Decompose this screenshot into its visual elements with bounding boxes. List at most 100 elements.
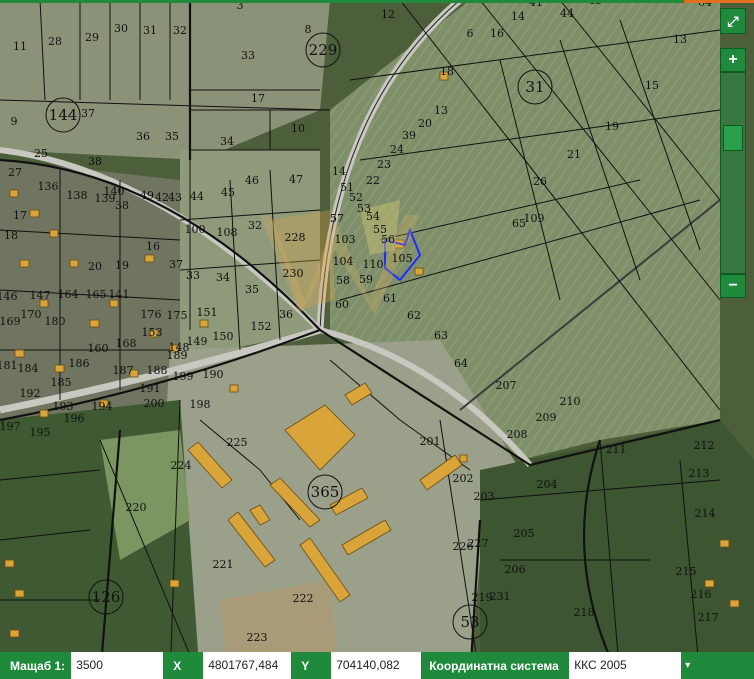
parcel-number: 32: [248, 219, 262, 232]
chevron-down-icon[interactable]: ▾: [681, 660, 690, 671]
parcel-number: 13: [673, 33, 687, 46]
parcel-number: 168: [116, 337, 137, 350]
parcel-number: 44: [560, 7, 574, 20]
parcel-number: 23: [377, 158, 391, 171]
parcel-number: 210: [560, 395, 581, 408]
parcel-number: 21: [567, 148, 581, 161]
parcel-number: 136: [38, 180, 59, 193]
parcel-number: 184: [18, 362, 39, 375]
parcel-number: 212: [694, 439, 715, 452]
parcel-number: 205: [514, 527, 535, 540]
zoom-slider[interactable]: [720, 72, 746, 274]
parcel-number: 56: [381, 233, 395, 246]
x-label: X: [173, 658, 182, 673]
parcel-number: 195: [30, 426, 51, 439]
parcel-number: 34: [220, 135, 234, 148]
parcel-number: 60: [335, 298, 349, 311]
parcel-number: 181: [0, 359, 18, 372]
parcel-number: 228: [285, 231, 306, 244]
parcel-number: 199: [173, 370, 194, 383]
parcel-number: 192: [20, 387, 41, 400]
parcel-number: 30: [114, 22, 128, 35]
circled-label: 53: [460, 613, 479, 631]
parcel-number: 215: [676, 565, 697, 578]
parcel-number: 200: [144, 397, 165, 410]
parcel-number: 175: [167, 309, 188, 322]
parcel-number: 12: [381, 8, 395, 21]
parcel-number: 54: [366, 210, 380, 223]
parcel-number: 165: [86, 288, 107, 301]
parcel-number: 191: [140, 382, 161, 395]
parcel-number: 36: [136, 130, 150, 143]
crs-label: Координатна система: [429, 658, 559, 673]
parcel-number: 224: [171, 459, 192, 472]
parcel-number: 110: [363, 258, 384, 271]
parcel-number: 15: [645, 79, 659, 92]
parcel-number: 38: [115, 199, 129, 212]
parcel-number: 147: [30, 289, 51, 302]
parcel-number: 220: [126, 501, 147, 514]
parcel-number: 34: [216, 271, 230, 284]
parcel-number: 45: [221, 186, 235, 199]
status-bar: Мащаб 1: 3500 X 4801767,484 Y 704140,082…: [0, 652, 754, 679]
scale-input[interactable]: 3500: [71, 652, 164, 679]
top-accent-orange: [684, 0, 754, 3]
parcel-number: 16: [490, 27, 504, 40]
parcel-number: 208: [507, 428, 528, 441]
parcel-number: 61: [383, 292, 397, 305]
parcel-number: 185: [51, 376, 72, 389]
parcel-number: 104: [333, 255, 354, 268]
parcel-number: 59: [359, 273, 373, 286]
cadastral-map[interactable]: W 2291443136512653 381214414443641128293…: [0, 0, 754, 679]
parcel-number: 190: [203, 368, 224, 381]
parcel-number: 196: [64, 412, 85, 425]
crs-select[interactable]: ККС 2005: [569, 652, 682, 679]
parcel-number: 202: [453, 472, 474, 485]
parcel-number: 36: [279, 308, 293, 321]
parcel-number: 213: [689, 467, 710, 480]
parcel-number: 29: [85, 31, 99, 44]
parcel-number: 33: [241, 49, 255, 62]
parcel-number: 153: [142, 326, 163, 339]
parcel-number: 33: [186, 269, 200, 282]
y-label: Y: [301, 658, 310, 673]
parcel-number: 43: [168, 191, 182, 204]
parcel-number: 140: [104, 185, 125, 198]
parcel-number: 25: [34, 147, 48, 160]
parcel-number: 38: [88, 155, 102, 168]
parcel-number: 31: [143, 24, 157, 37]
parcel-number: 22: [366, 174, 380, 187]
parcel-number: 221: [213, 558, 234, 571]
minus-icon: −: [728, 277, 738, 294]
parcel-number: 194: [92, 400, 113, 413]
parcel-number: 57: [330, 212, 344, 225]
parcel-number: 152: [251, 320, 272, 333]
parcel-number: 10: [291, 122, 305, 135]
parcel-number: 138: [67, 189, 88, 202]
parcel-number: 141: [109, 288, 130, 301]
parcel-number: 24: [390, 143, 404, 156]
top-accent-bar: [0, 0, 754, 3]
parcel-number: 28: [48, 35, 62, 48]
zoom-out-button[interactable]: −: [720, 274, 746, 298]
scale-label: Мащаб 1:: [10, 658, 66, 673]
parcel-number: 222: [293, 592, 314, 605]
parcel-number: 160: [88, 342, 109, 355]
parcel-number: 206: [505, 563, 526, 576]
parcel-number: 146: [0, 290, 18, 303]
y-coordinate-field[interactable]: 704140,082: [331, 652, 422, 679]
parcel-number: 37: [81, 107, 95, 120]
zoom-in-button[interactable]: +: [720, 48, 746, 72]
parcel-number: 46: [245, 174, 259, 187]
zoom-slider-handle[interactable]: [723, 125, 743, 152]
parcel-number: 105: [392, 252, 413, 265]
parcel-number: 17: [13, 209, 27, 222]
parcel-number: 151: [197, 306, 218, 319]
parcel-number: 18: [440, 65, 454, 78]
parcel-number: 11: [13, 40, 27, 53]
parcel-number: 149: [187, 335, 208, 348]
parcel-number: 16: [146, 240, 160, 253]
x-coordinate-field[interactable]: 4801767,484: [203, 652, 292, 679]
circled-label: 365: [311, 483, 340, 501]
fullscreen-button[interactable]: ⤢: [720, 8, 746, 34]
